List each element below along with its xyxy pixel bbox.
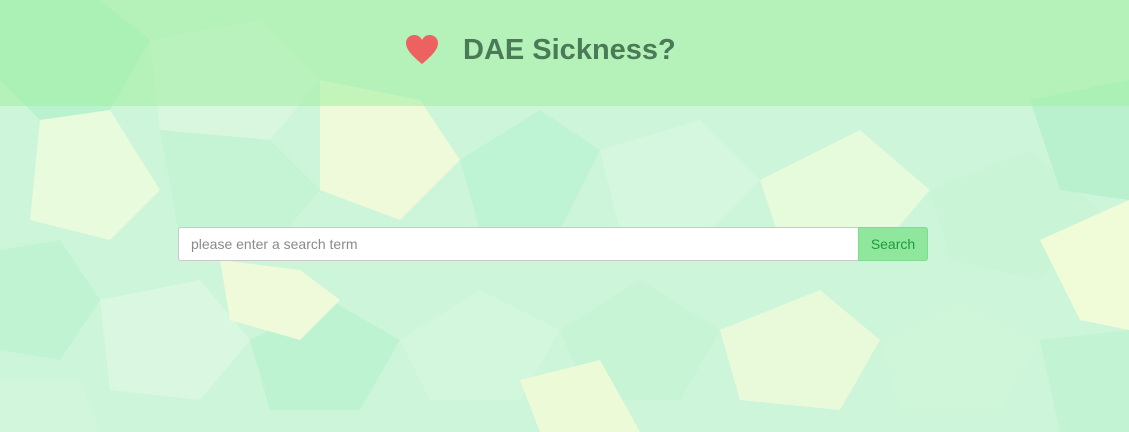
page-title: DAE Sickness? — [463, 34, 676, 66]
search-input[interactable] — [178, 227, 858, 261]
brand[interactable]: DAE Sickness? — [405, 30, 676, 70]
search-button[interactable]: Search — [858, 227, 928, 261]
header-bar: DAE Sickness? — [0, 0, 1129, 106]
heart-icon — [406, 35, 438, 64]
search-bar: Search — [178, 227, 928, 261]
